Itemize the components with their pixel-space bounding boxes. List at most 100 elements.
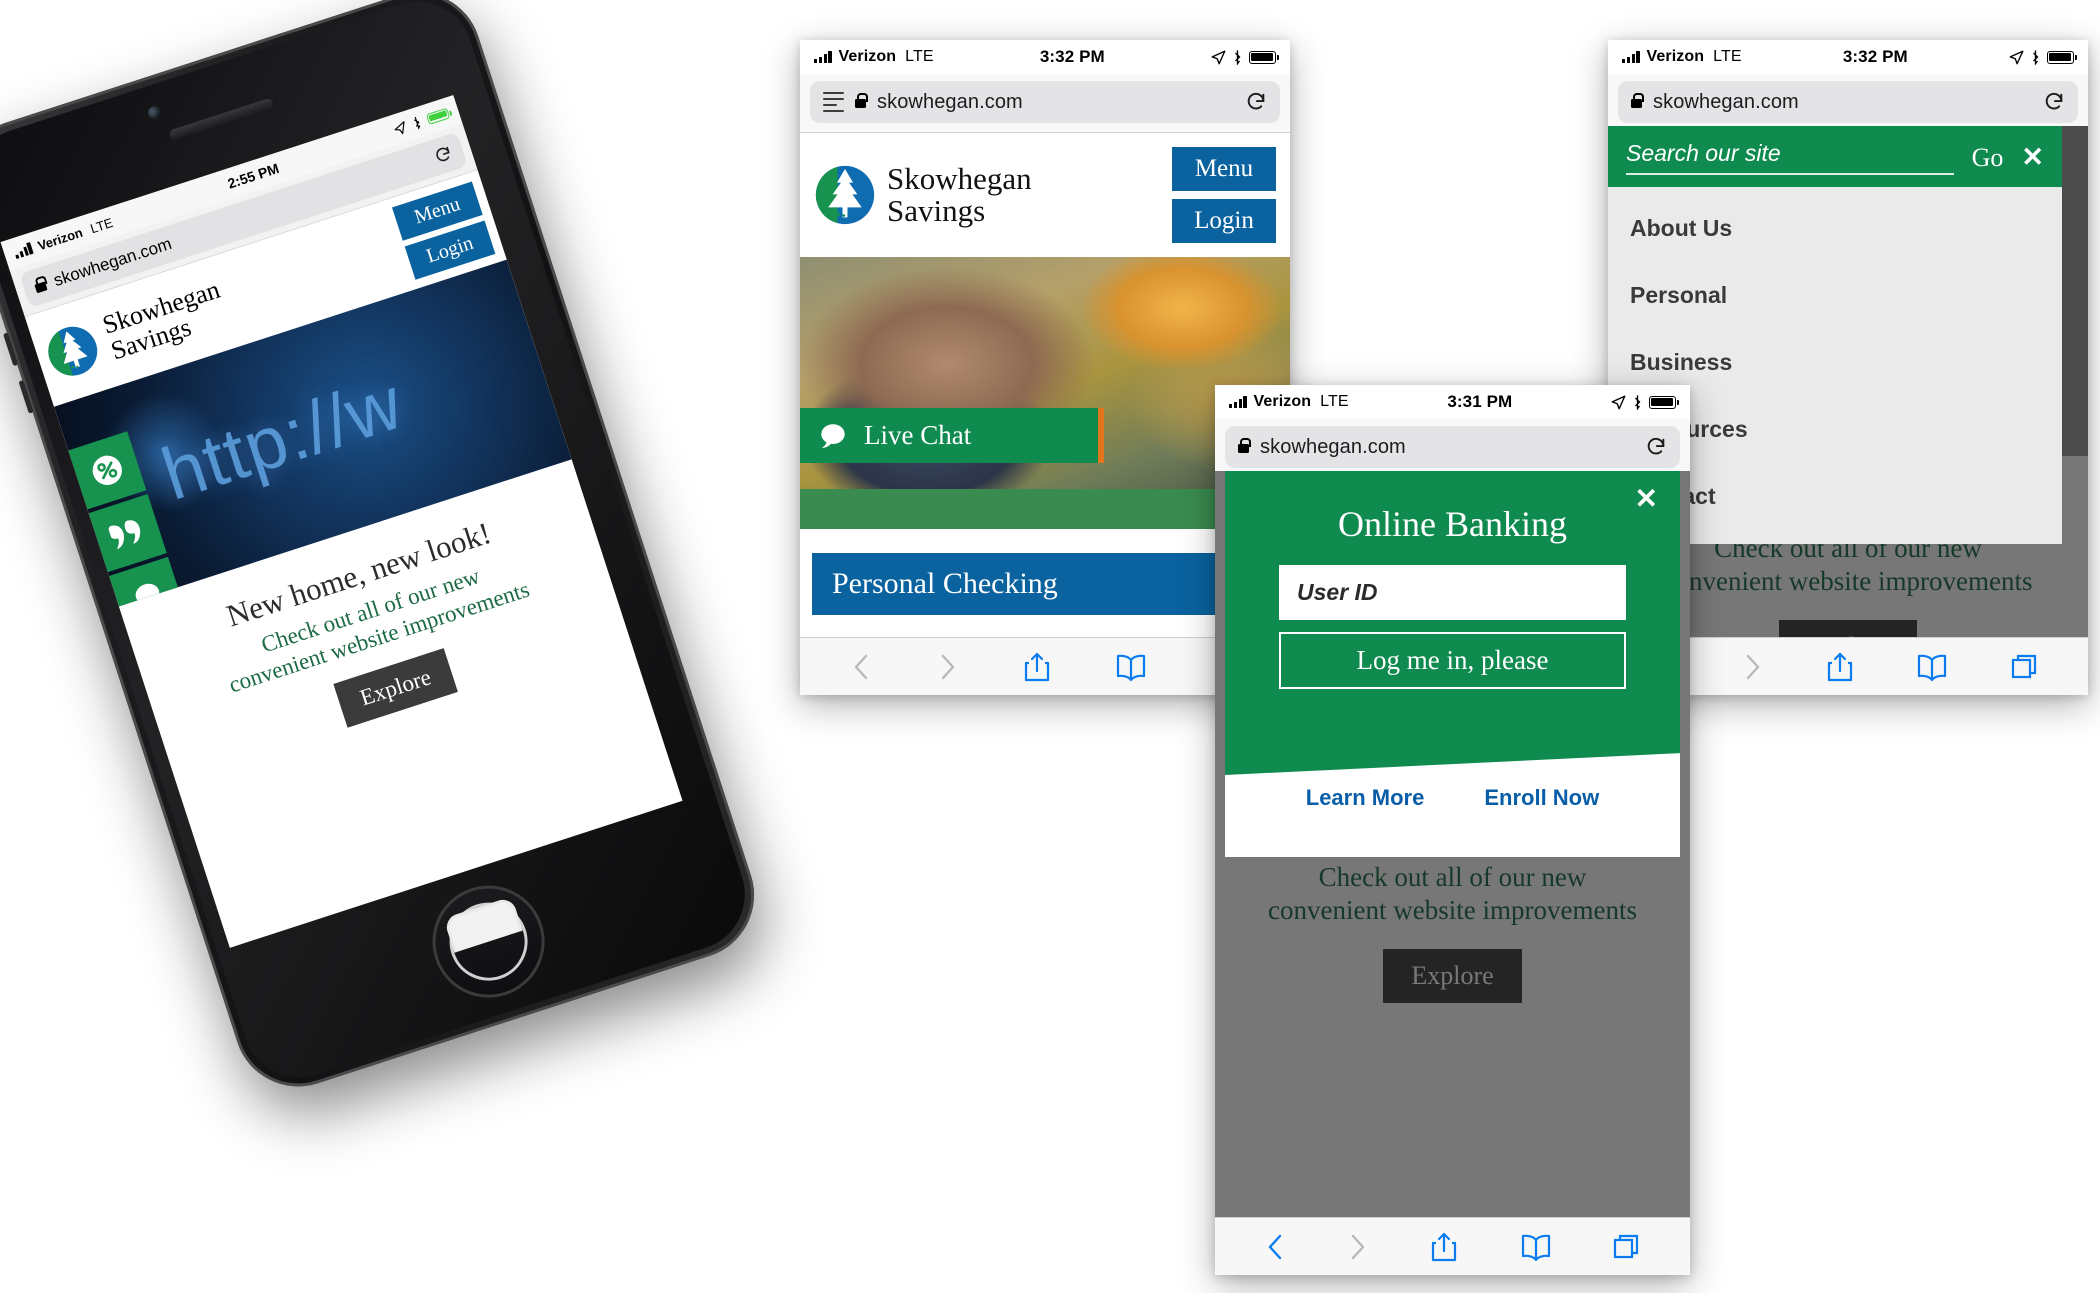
url-text: skowhegan.com	[877, 90, 1023, 113]
brand-line-1: Skowhegan	[887, 161, 1032, 197]
volume-up-button[interactable]	[3, 332, 19, 367]
network-label: LTE	[1713, 48, 1742, 65]
bookmarks-icon[interactable]	[1916, 653, 1948, 681]
learn-more-link[interactable]: Learn More	[1306, 785, 1425, 811]
user-id-input[interactable]: User ID	[1279, 565, 1626, 620]
status-left: Verizon LTE	[1229, 393, 1349, 411]
menu-button[interactable]: Menu	[1172, 147, 1276, 191]
search-input[interactable]: Search our site	[1626, 140, 1954, 175]
forward-icon[interactable]	[937, 652, 959, 682]
close-menu-icon[interactable]: ✕	[2021, 144, 2044, 171]
site-header: Skowhegan Savings Menu Login	[800, 133, 1290, 257]
tilted-phone-screen: Verizon LTE 2:55 PM skowhegan.com Skowhe…	[0, 95, 683, 948]
bookmarks-icon[interactable]	[1520, 1233, 1552, 1261]
battery-icon	[425, 107, 451, 125]
personal-checking-tile[interactable]: Personal Checking	[812, 553, 1278, 615]
brand-wordmark: Skowhegan Savings	[887, 163, 1032, 226]
signal-bars-icon	[1229, 396, 1247, 408]
modal-title: Online Banking	[1338, 504, 1567, 544]
bookmarks-icon[interactable]	[1115, 653, 1147, 681]
browser-address-bar[interactable]: skowhegan.com	[1608, 74, 2088, 133]
share-icon[interactable]	[1023, 651, 1051, 683]
bluetooth-icon	[413, 116, 421, 131]
share-icon[interactable]	[1826, 651, 1854, 683]
address-field[interactable]: skowhegan.com	[1225, 426, 1680, 468]
hero-url-graphic: http://w	[152, 360, 413, 516]
pine-tree-logo-icon	[815, 165, 875, 225]
address-field[interactable]: skowhegan.com	[1618, 81, 2078, 123]
tilted-iphone-device: Verizon LTE 2:55 PM skowhegan.com Skowhe…	[0, 0, 837, 1104]
search-go-button[interactable]: Go	[1972, 143, 2004, 173]
modal-green-header: ✕ Online Banking User ID Log me in, plea…	[1225, 471, 1680, 741]
lock-icon	[34, 281, 48, 294]
reload-icon[interactable]	[2043, 91, 2065, 113]
bluetooth-icon	[1235, 50, 1241, 65]
tabs-icon[interactable]	[2011, 653, 2039, 681]
network-label: LTE	[905, 48, 934, 65]
live-chat-button[interactable]: Live Chat	[800, 408, 1104, 463]
status-bar: Verizon LTE 3:31 PM	[1215, 385, 1690, 419]
signal-bars-icon	[1622, 51, 1640, 63]
clock-label: 3:32 PM	[1842, 47, 1908, 66]
forward-icon[interactable]	[1347, 1232, 1369, 1262]
status-bar: Verizon LTE 3:32 PM	[1608, 40, 2088, 74]
browser-address-bar[interactable]: skowhegan.com	[800, 74, 1290, 133]
bluetooth-icon	[1635, 395, 1641, 410]
explore-button[interactable]: Explore	[332, 648, 459, 728]
lock-icon	[1238, 438, 1251, 453]
clock-label: 3:31 PM	[1447, 392, 1513, 411]
submit-login-button[interactable]: Log me in, please	[1279, 632, 1626, 689]
carrier-label: Verizon	[1253, 393, 1312, 410]
network-label: LTE	[1320, 393, 1349, 410]
status-left: Verizon LTE	[1622, 48, 1742, 66]
tabs-icon[interactable]	[1613, 1233, 1641, 1261]
phone-body: Verizon LTE 2:55 PM skowhegan.com Skowhe…	[0, 0, 771, 1104]
battery-icon	[2047, 50, 2077, 64]
status-right	[2009, 49, 2077, 65]
chat-bubble-icon	[821, 423, 845, 448]
close-icon[interactable]: ✕	[1635, 485, 1658, 513]
login-button[interactable]: Login	[1172, 199, 1276, 243]
signal-bars-icon	[13, 242, 34, 260]
clock-label: 3:32 PM	[1039, 47, 1105, 66]
carrier-label: Verizon	[1646, 48, 1705, 65]
brand-wordmark: Skowhegan Savings	[99, 275, 232, 365]
status-right	[1211, 49, 1279, 65]
header-buttons: Menu Login	[1172, 147, 1276, 243]
battery-icon	[1649, 395, 1679, 409]
location-arrow-icon	[2009, 50, 2024, 64]
site-search-bar: Search our site Go ✕	[1608, 126, 2062, 187]
header-buttons: Menu Login	[391, 181, 496, 280]
lock-icon	[855, 93, 868, 108]
menu-item-personal[interactable]: Personal	[1608, 262, 2062, 329]
enroll-now-link[interactable]: Enroll Now	[1484, 785, 1599, 811]
reload-icon[interactable]	[432, 144, 455, 167]
quote-glyph	[108, 520, 141, 550]
brand-line-2: Savings	[887, 193, 986, 228]
url-text: skowhegan.com	[1653, 90, 1799, 113]
percent-glyph	[92, 455, 122, 486]
back-icon[interactable]	[850, 652, 872, 682]
battery-icon	[1249, 50, 1279, 64]
status-right	[1611, 394, 1679, 410]
live-chat-label: Live Chat	[864, 420, 972, 450]
lock-icon	[1631, 93, 1644, 108]
share-icon[interactable]	[1430, 1231, 1458, 1263]
modal-links: Learn More Enroll Now	[1225, 785, 1680, 811]
browser-address-bar[interactable]: skowhegan.com	[1215, 419, 1690, 478]
status-left: Verizon LTE	[814, 48, 934, 66]
reader-menu-icon[interactable]	[823, 91, 844, 113]
back-icon[interactable]	[1264, 1232, 1286, 1262]
reload-icon[interactable]	[1645, 436, 1667, 458]
location-arrow-icon	[394, 120, 405, 134]
location-arrow-icon	[1611, 395, 1626, 409]
pine-tree-logo-icon	[48, 326, 98, 376]
reload-icon[interactable]	[1245, 91, 1267, 113]
url-text: skowhegan.com	[1260, 435, 1406, 458]
brand-logo[interactable]: Skowhegan Savings	[814, 163, 1032, 226]
forward-icon[interactable]	[1742, 652, 1764, 682]
address-field[interactable]: skowhegan.com	[810, 81, 1280, 123]
volume-down-button[interactable]	[18, 379, 34, 414]
bluetooth-icon	[2033, 50, 2039, 65]
menu-item-about-us[interactable]: About Us	[1608, 195, 2062, 262]
